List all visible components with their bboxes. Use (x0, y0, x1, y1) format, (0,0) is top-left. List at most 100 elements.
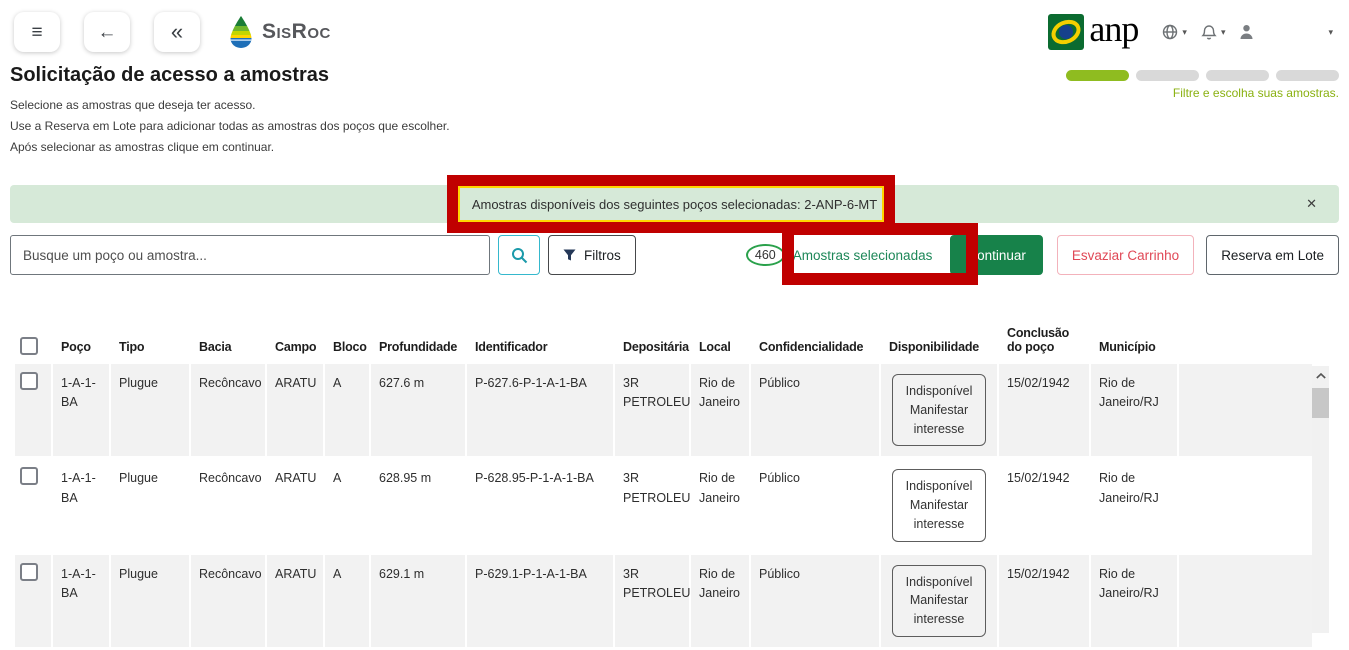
filters-button[interactable]: Filtros (548, 235, 636, 275)
cell-confidencialidade: Público (751, 364, 879, 456)
anp-logo: anp (1047, 13, 1138, 51)
topbar: ≡ ← « SisRoc (0, 0, 1349, 58)
batch-reserve-button[interactable]: Reserva em Lote (1206, 235, 1339, 275)
table-scrollbar[interactable] (1312, 366, 1329, 633)
collapse-button[interactable]: « (154, 12, 200, 52)
back-button[interactable]: ← (84, 12, 130, 52)
account-dropdown[interactable]: ▾ (1328, 27, 1333, 38)
back-arrow-icon: ← (98, 23, 117, 42)
table-row: 1-A-1-BA Plugue Recôncavo ARATU A 627.6 … (15, 364, 1312, 456)
cell-identificador: P-627.6-P-1-A-1-BA (467, 364, 613, 456)
brand-name: SisRoc (262, 20, 331, 44)
cell-poco: 1-A-1-BA (53, 459, 109, 551)
progress-step-3 (1206, 70, 1269, 81)
empty-cart-button[interactable]: Esvaziar Carrinho (1057, 235, 1194, 275)
wizard-progress: Filtre e escolha suas amostras. (1054, 64, 1339, 158)
globe-icon (1162, 24, 1178, 40)
column-header-disponibilidade: Disponibilidade (881, 340, 997, 364)
column-header-poco: Poço (53, 340, 109, 364)
cell-bloco: A (325, 459, 369, 551)
column-header-confidencialidade: Confidencialidade (751, 340, 879, 364)
bell-icon (1201, 24, 1217, 41)
anp-emblem-icon (1047, 13, 1085, 51)
cell-profundidade: 628.95 m (371, 459, 465, 551)
availability-button[interactable]: Indisponível Manifestar interesse (892, 469, 986, 541)
progress-step-4 (1276, 70, 1339, 81)
user-menu[interactable] (1239, 24, 1254, 40)
alert-message: Amostras disponíveis dos seguintes poços… (472, 197, 877, 212)
page-subtitle-line: Use a Reserva em Lote para adicionar tod… (10, 116, 450, 137)
cell-depositaria: 3R PETROLEUM (615, 364, 689, 456)
cart-summary[interactable]: 460 Amostras selecionadas (742, 242, 936, 268)
cell-bacia: Recôncavo (191, 555, 265, 647)
cell-confidencialidade: Público (751, 555, 879, 647)
samples-table: Poço Tipo Bacia Campo Bloco Profundidade… (15, 300, 1329, 650)
double-back-arrow-icon: « (171, 21, 183, 43)
language-menu[interactable]: ▾ (1162, 24, 1187, 40)
cell-campo: ARATU (267, 459, 323, 551)
notifications-menu[interactable]: ▾ (1201, 24, 1226, 41)
row-checkbox[interactable] (20, 563, 38, 581)
cell-bacia: Recôncavo (191, 459, 265, 551)
select-all-checkbox[interactable] (20, 337, 38, 355)
sisroc-logo: SisRoc (228, 16, 331, 48)
page-subtitle-line: Após selecionar as amostras clique em co… (10, 137, 450, 158)
cell-local: Rio de Janeiro (691, 555, 749, 647)
cell-tipo: Plugue (111, 459, 189, 551)
cell-conclusao: 15/02/1942 (999, 364, 1089, 456)
filters-label: Filtros (584, 248, 621, 263)
cell-profundidade: 627.6 m (371, 364, 465, 456)
page-subtitle-line: Selecione as amostras que deseja ter ace… (10, 95, 450, 116)
cell-bacia: Recôncavo (191, 364, 265, 456)
column-header-identificador: Identificador (467, 340, 613, 364)
page-header-text: Solicitação de acesso a amostras Selecio… (10, 64, 450, 158)
filter-icon (563, 249, 576, 262)
cell-depositaria: 3R PETROLEUM (615, 459, 689, 551)
column-header-local: Local (691, 340, 749, 364)
availability-button[interactable]: Indisponível Manifestar interesse (892, 565, 986, 637)
column-header-tipo: Tipo (111, 340, 189, 364)
column-header-depositaria: Depositária (615, 340, 689, 364)
anp-wordmark: anp (1089, 11, 1138, 47)
cell-campo: ARATU (267, 555, 323, 647)
search-input[interactable] (10, 235, 490, 275)
cell-identificador: P-628.95-P-1-A-1-BA (467, 459, 607, 551)
cart-count-badge: 460 (746, 244, 785, 266)
cell-municipio: Rio de Janeiro/RJ (1091, 459, 1177, 551)
cell-depositaria: 3R PETROLEUM (615, 555, 689, 647)
progress-step-2 (1136, 70, 1199, 81)
cell-profundidade: 629.1 m (371, 555, 465, 647)
cell-confidencialidade: Público (751, 459, 879, 551)
column-header-conclusao-do-poco: Conclusão do poço (999, 326, 1089, 364)
table-row: 1-A-1-BA Plugue Recôncavo ARATU A 629.1 … (15, 555, 1312, 647)
alert-close-button[interactable]: ✕ (1300, 185, 1323, 223)
progress-step-1 (1066, 70, 1129, 81)
close-icon: ✕ (1306, 196, 1317, 212)
menu-button[interactable]: ≡ (14, 12, 60, 52)
cell-municipio: Rio de Janeiro/RJ (1091, 555, 1177, 647)
row-checkbox[interactable] (20, 467, 38, 485)
success-alert: Amostras disponíveis dos seguintes poços… (10, 185, 1339, 223)
cell-conclusao: 15/02/1942 (999, 459, 1089, 551)
scrollbar-thumb[interactable] (1312, 388, 1329, 418)
column-header-bloco: Bloco (325, 340, 369, 364)
chevron-down-icon: ▾ (1221, 27, 1226, 38)
cell-tipo: Plugue (111, 364, 189, 456)
column-header-bacia: Bacia (191, 340, 265, 364)
chevron-down-icon: ▾ (1328, 27, 1333, 38)
availability-button[interactable]: Indisponível Manifestar interesse (892, 374, 986, 446)
cart-label: Amostras selecionadas (793, 248, 933, 263)
search-button[interactable] (498, 235, 540, 275)
table-row: 1-A-1-BA Plugue Recôncavo ARATU A 628.95… (15, 459, 1312, 551)
chevron-down-icon: ▾ (1182, 27, 1187, 38)
row-checkbox[interactable] (20, 372, 38, 390)
hamburger-icon: ≡ (31, 23, 42, 42)
scroll-up-button[interactable] (1312, 366, 1329, 386)
user-icon (1239, 24, 1254, 40)
cell-local: Rio de Janeiro (691, 459, 749, 551)
cell-local: Rio de Janeiro (691, 364, 749, 456)
continue-button[interactable]: Continuar (950, 235, 1043, 275)
search-icon (511, 247, 528, 264)
scroll-up-icon (1316, 373, 1326, 379)
column-header-municipio: Município (1091, 340, 1177, 364)
